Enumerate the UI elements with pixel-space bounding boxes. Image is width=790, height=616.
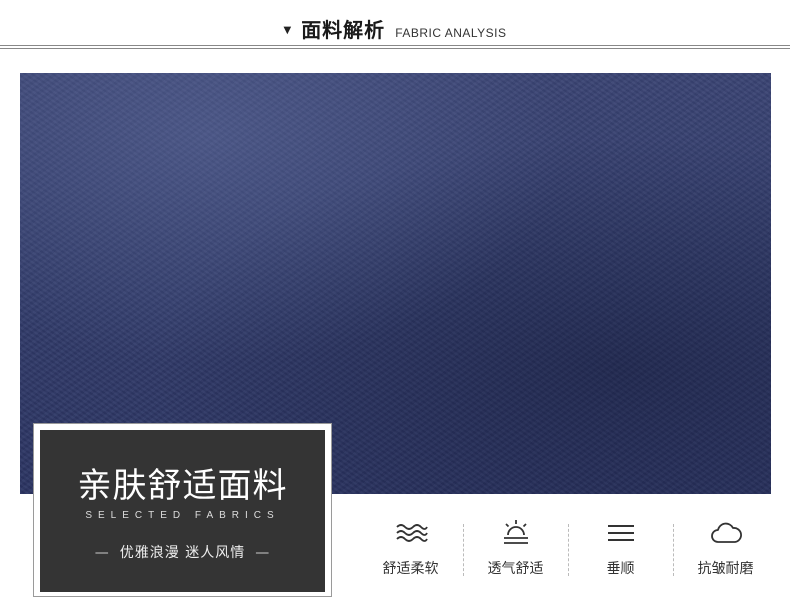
header-divider-bottom	[0, 48, 790, 49]
card-title: 亲肤舒适面料	[77, 466, 288, 506]
section-header: ▼ 面料解析 FABRIC ANALYSIS	[0, 0, 790, 52]
feature-item-wrinkle-resistant: 抗皱耐磨	[673, 510, 778, 590]
sun-horizon-icon	[503, 520, 528, 544]
card-subtitle: SELECTED FABRICS	[85, 510, 280, 521]
feature-item-breathable: 透气舒适	[463, 510, 568, 590]
triangle-marker-icon: ▼	[283, 25, 292, 36]
card-slogan: — 优雅浪漫 迷人风情 —	[40, 542, 325, 562]
cloud-icon	[710, 522, 742, 543]
slogan-text: 优雅浪漫 迷人风情	[119, 545, 246, 561]
feature-list: 舒适柔软 透气舒适 垂顺 抗皱耐磨	[358, 510, 778, 590]
waves-icon	[395, 524, 428, 542]
section-title-row: ▼ 面料解析 FABRIC ANALYSIS	[0, 14, 790, 43]
slogan-dash-right: —	[255, 545, 271, 561]
label-card: 亲肤舒适面料 SELECTED FABRICS — 优雅浪漫 迷人风情 —	[40, 430, 325, 592]
feature-item-soft: 舒适柔软	[358, 510, 463, 590]
header-divider-top	[0, 45, 790, 46]
section-title-en: FABRIC ANALYSIS	[395, 26, 507, 40]
feature-label: 抗皱耐磨	[697, 561, 754, 577]
horizontal-lines-icon	[607, 525, 634, 541]
feature-label: 垂顺	[606, 561, 635, 577]
feature-label: 舒适柔软	[382, 561, 439, 577]
feature-item-drape: 垂顺	[568, 510, 673, 590]
slogan-dash-left: —	[94, 545, 110, 561]
feature-label: 透气舒适	[487, 561, 544, 577]
section-title-zh: 面料解析	[301, 18, 386, 42]
